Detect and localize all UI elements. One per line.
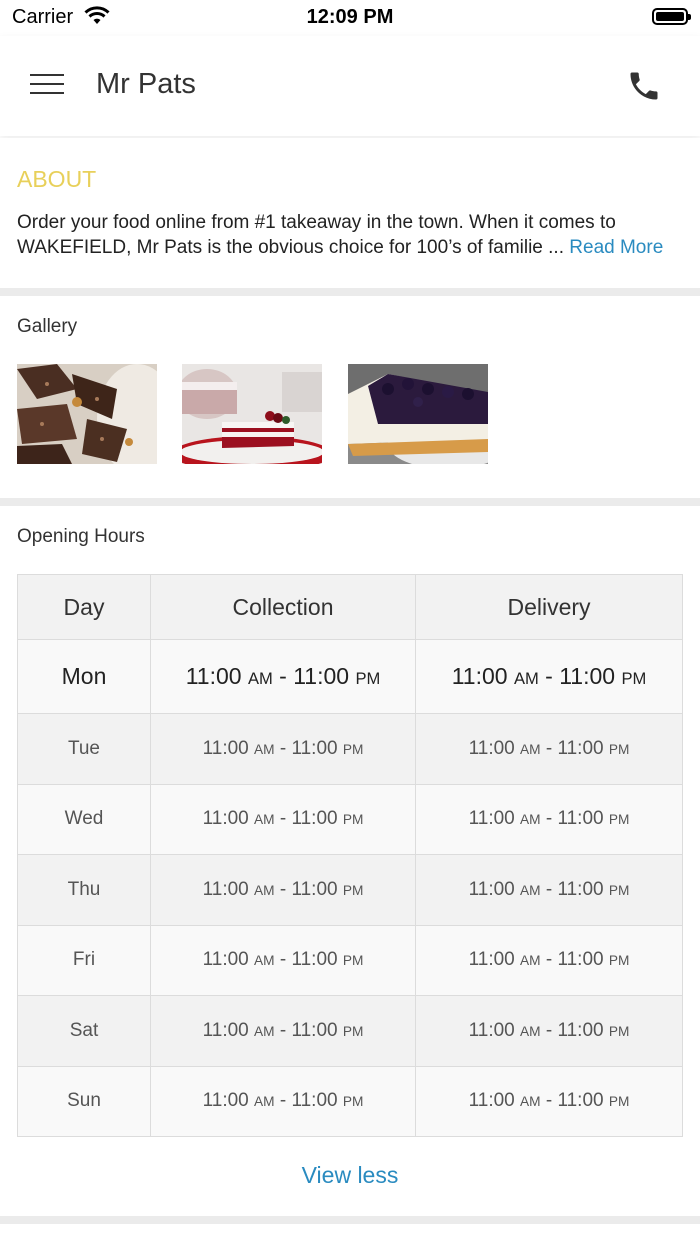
header-delivery: Delivery bbox=[415, 574, 683, 640]
section-divider bbox=[0, 498, 700, 506]
view-less-button[interactable]: View less bbox=[0, 1162, 700, 1189]
hamburger-menu-icon[interactable] bbox=[30, 72, 64, 98]
gallery-image-brownie[interactable] bbox=[17, 364, 157, 464]
header-day: Day bbox=[17, 574, 151, 640]
collection-cell: 11:00 AM - 11:00 PM bbox=[150, 1065, 416, 1137]
delivery-cell: 11:00 AM - 11:00 PM bbox=[415, 854, 683, 926]
day-cell: Mon bbox=[17, 639, 151, 714]
delivery-cell: 11:00 AM - 11:00 PM bbox=[415, 1065, 683, 1137]
delivery-cell: 11:00 AM - 11:00 PM bbox=[415, 639, 683, 714]
table-row: Thu 11:00 AM - 11:00 PM 11:00 AM - 11:00… bbox=[17, 854, 683, 926]
opening-hours-section: Opening Hours Day Collection Delivery Mo… bbox=[0, 506, 700, 1216]
section-divider bbox=[0, 288, 700, 296]
read-more-link[interactable]: Read More bbox=[569, 237, 663, 258]
collection-cell: 11:00 AM - 11:00 PM bbox=[150, 995, 416, 1067]
table-row: Mon 11:00 AM - 11:00 PM 11:00 AM - 11:00… bbox=[17, 639, 683, 714]
header-collection: Collection bbox=[150, 574, 416, 640]
opening-hours-title: Opening Hours bbox=[17, 526, 145, 547]
table-row: Sat 11:00 AM - 11:00 PM 11:00 AM - 11:00… bbox=[17, 995, 683, 1067]
table-row: Sun 11:00 AM - 11:00 PM 11:00 AM - 11:00… bbox=[17, 1065, 683, 1137]
about-description: Order your food online from #1 takeaway … bbox=[17, 210, 687, 260]
table-row: Fri 11:00 AM - 11:00 PM 11:00 AM - 11:00… bbox=[17, 924, 683, 996]
gallery-section: Gallery bbox=[0, 296, 700, 498]
opening-hours-table: Day Collection Delivery Mon 11:00 AM - 1… bbox=[17, 574, 683, 1137]
collection-cell: 11:00 AM - 11:00 PM bbox=[150, 713, 416, 785]
day-cell: Thu bbox=[17, 854, 151, 926]
table-row: Wed 11:00 AM - 11:00 PM 11:00 AM - 11:00… bbox=[17, 783, 683, 855]
status-bar: Carrier 12:09 PM bbox=[0, 0, 700, 36]
status-time: 12:09 PM bbox=[306, 6, 394, 28]
table-row: Tue 11:00 AM - 11:00 PM 11:00 AM - 11:00… bbox=[17, 713, 683, 785]
gallery-image-red-velvet-cake[interactable] bbox=[182, 364, 322, 464]
day-cell: Wed bbox=[17, 783, 151, 855]
day-cell: Tue bbox=[17, 713, 151, 785]
page-title: Mr Pats bbox=[96, 68, 196, 100]
about-heading: ABOUT bbox=[17, 166, 97, 192]
collection-cell: 11:00 AM - 11:00 PM bbox=[150, 924, 416, 996]
day-cell: Sun bbox=[17, 1065, 151, 1137]
collection-cell: 11:00 AM - 11:00 PM bbox=[150, 639, 416, 714]
about-section: ABOUT Order your food online from #1 tak… bbox=[0, 138, 700, 288]
collection-cell: 11:00 AM - 11:00 PM bbox=[150, 854, 416, 926]
delivery-cell: 11:00 AM - 11:00 PM bbox=[415, 713, 683, 785]
table-header-row: Day Collection Delivery bbox=[17, 574, 683, 640]
app-header: Mr Pats bbox=[0, 36, 700, 136]
collection-cell: 11:00 AM - 11:00 PM bbox=[150, 783, 416, 855]
about-text: Order your food online from #1 takeaway … bbox=[17, 212, 616, 258]
section-divider bbox=[0, 1216, 700, 1224]
day-cell: Fri bbox=[17, 924, 151, 996]
battery-icon bbox=[652, 8, 691, 25]
phone-icon[interactable] bbox=[626, 68, 662, 104]
gallery-image-blueberry-cheesecake[interactable] bbox=[348, 364, 488, 464]
delivery-cell: 11:00 AM - 11:00 PM bbox=[415, 995, 683, 1067]
gallery-title: Gallery bbox=[17, 316, 78, 337]
delivery-cell: 11:00 AM - 11:00 PM bbox=[415, 924, 683, 996]
day-cell: Sat bbox=[17, 995, 151, 1067]
delivery-cell: 11:00 AM - 11:00 PM bbox=[415, 783, 683, 855]
